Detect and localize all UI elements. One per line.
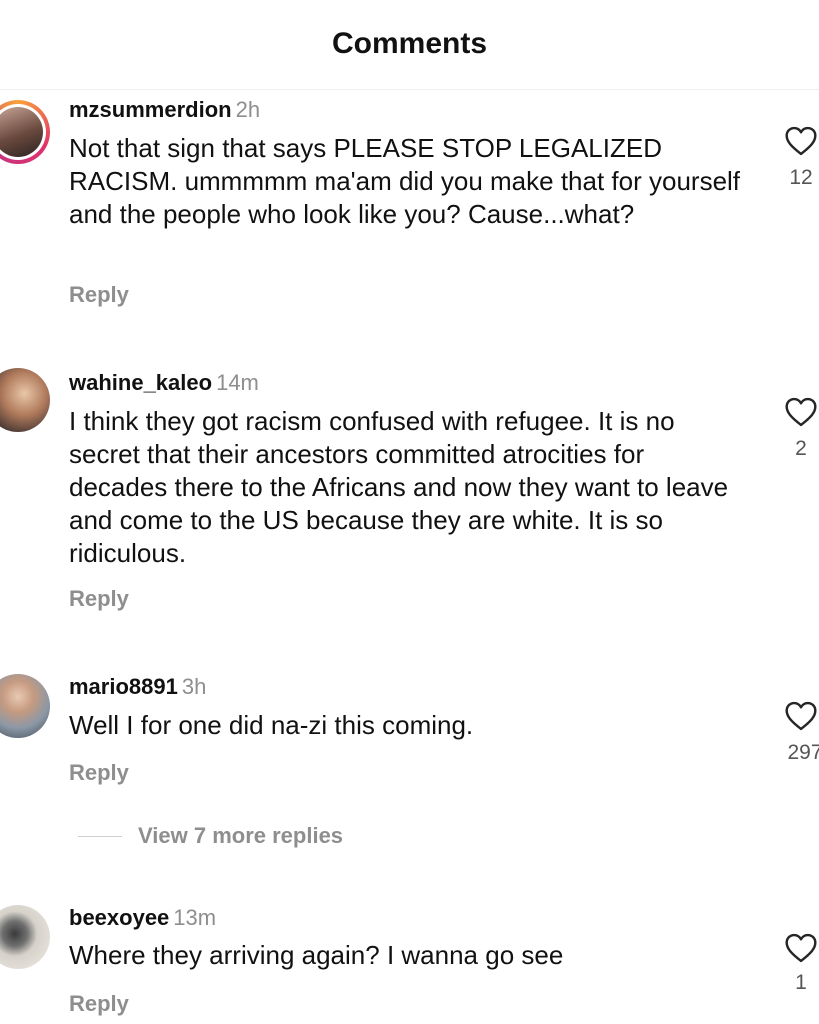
avatar[interactable] [0, 905, 50, 969]
avatar[interactable] [0, 100, 50, 164]
like-count: 297 [787, 741, 819, 764]
page-title: Comments [331, 27, 488, 60]
reply-button[interactable]: Reply [69, 991, 129, 1017]
header-divider [0, 89, 819, 90]
timestamp: 14m [216, 370, 259, 395]
comments-header: Comments [0, 0, 819, 90]
comment-text: Where they arriving again? I wanna go se… [69, 940, 564, 970]
avatar[interactable] [0, 674, 50, 738]
heart-outline-icon[interactable] [784, 933, 818, 963]
comment-meta: wahine_kaleo 14m [69, 370, 259, 396]
timestamp: 13m [173, 905, 217, 930]
username[interactable]: wahine_kaleo [69, 370, 212, 395]
profile-photo-icon [0, 368, 50, 432]
avatar[interactable] [0, 368, 50, 432]
like-control: 2 [771, 397, 819, 461]
username[interactable]: beexoyee [69, 905, 169, 930]
like-control: 297 [771, 701, 819, 765]
comment-meta: mario8891 3h [69, 674, 206, 700]
comment-meta: beexoyee 13m [69, 905, 216, 931]
heart-outline-icon[interactable] [784, 397, 818, 427]
profile-photo-icon [0, 674, 50, 738]
timestamp: 2h [235, 97, 261, 122]
view-more-replies-button[interactable]: View 7 more replies [78, 823, 343, 849]
like-count: 1 [795, 971, 807, 994]
divider [78, 835, 122, 837]
heart-outline-icon[interactable] [784, 126, 818, 156]
reply-button[interactable]: Reply [69, 760, 129, 786]
like-control: 1 [771, 933, 819, 995]
like-count: 2 [795, 437, 807, 460]
reply-button[interactable]: Reply [69, 282, 129, 308]
like-control: 12 [771, 126, 819, 190]
reply-button[interactable]: Reply [69, 586, 129, 612]
comment-text: Not that sign that says PLEASE STOP LEGA… [69, 133, 741, 229]
username[interactable]: mzsummerdion [69, 97, 232, 122]
heart-outline-icon[interactable] [784, 701, 818, 731]
timestamp: 3h [181, 674, 207, 699]
like-count: 12 [789, 166, 813, 189]
comment-text: I think they got racism confused with re… [69, 406, 729, 568]
view-more-replies-label: View 7 more replies [138, 823, 344, 848]
username[interactable]: mario8891 [69, 674, 178, 699]
comment-meta: mzsummerdion 2h [69, 97, 260, 123]
profile-photo-icon [0, 905, 50, 969]
comment-text: Well I for one did na-zi this coming. [69, 710, 474, 740]
